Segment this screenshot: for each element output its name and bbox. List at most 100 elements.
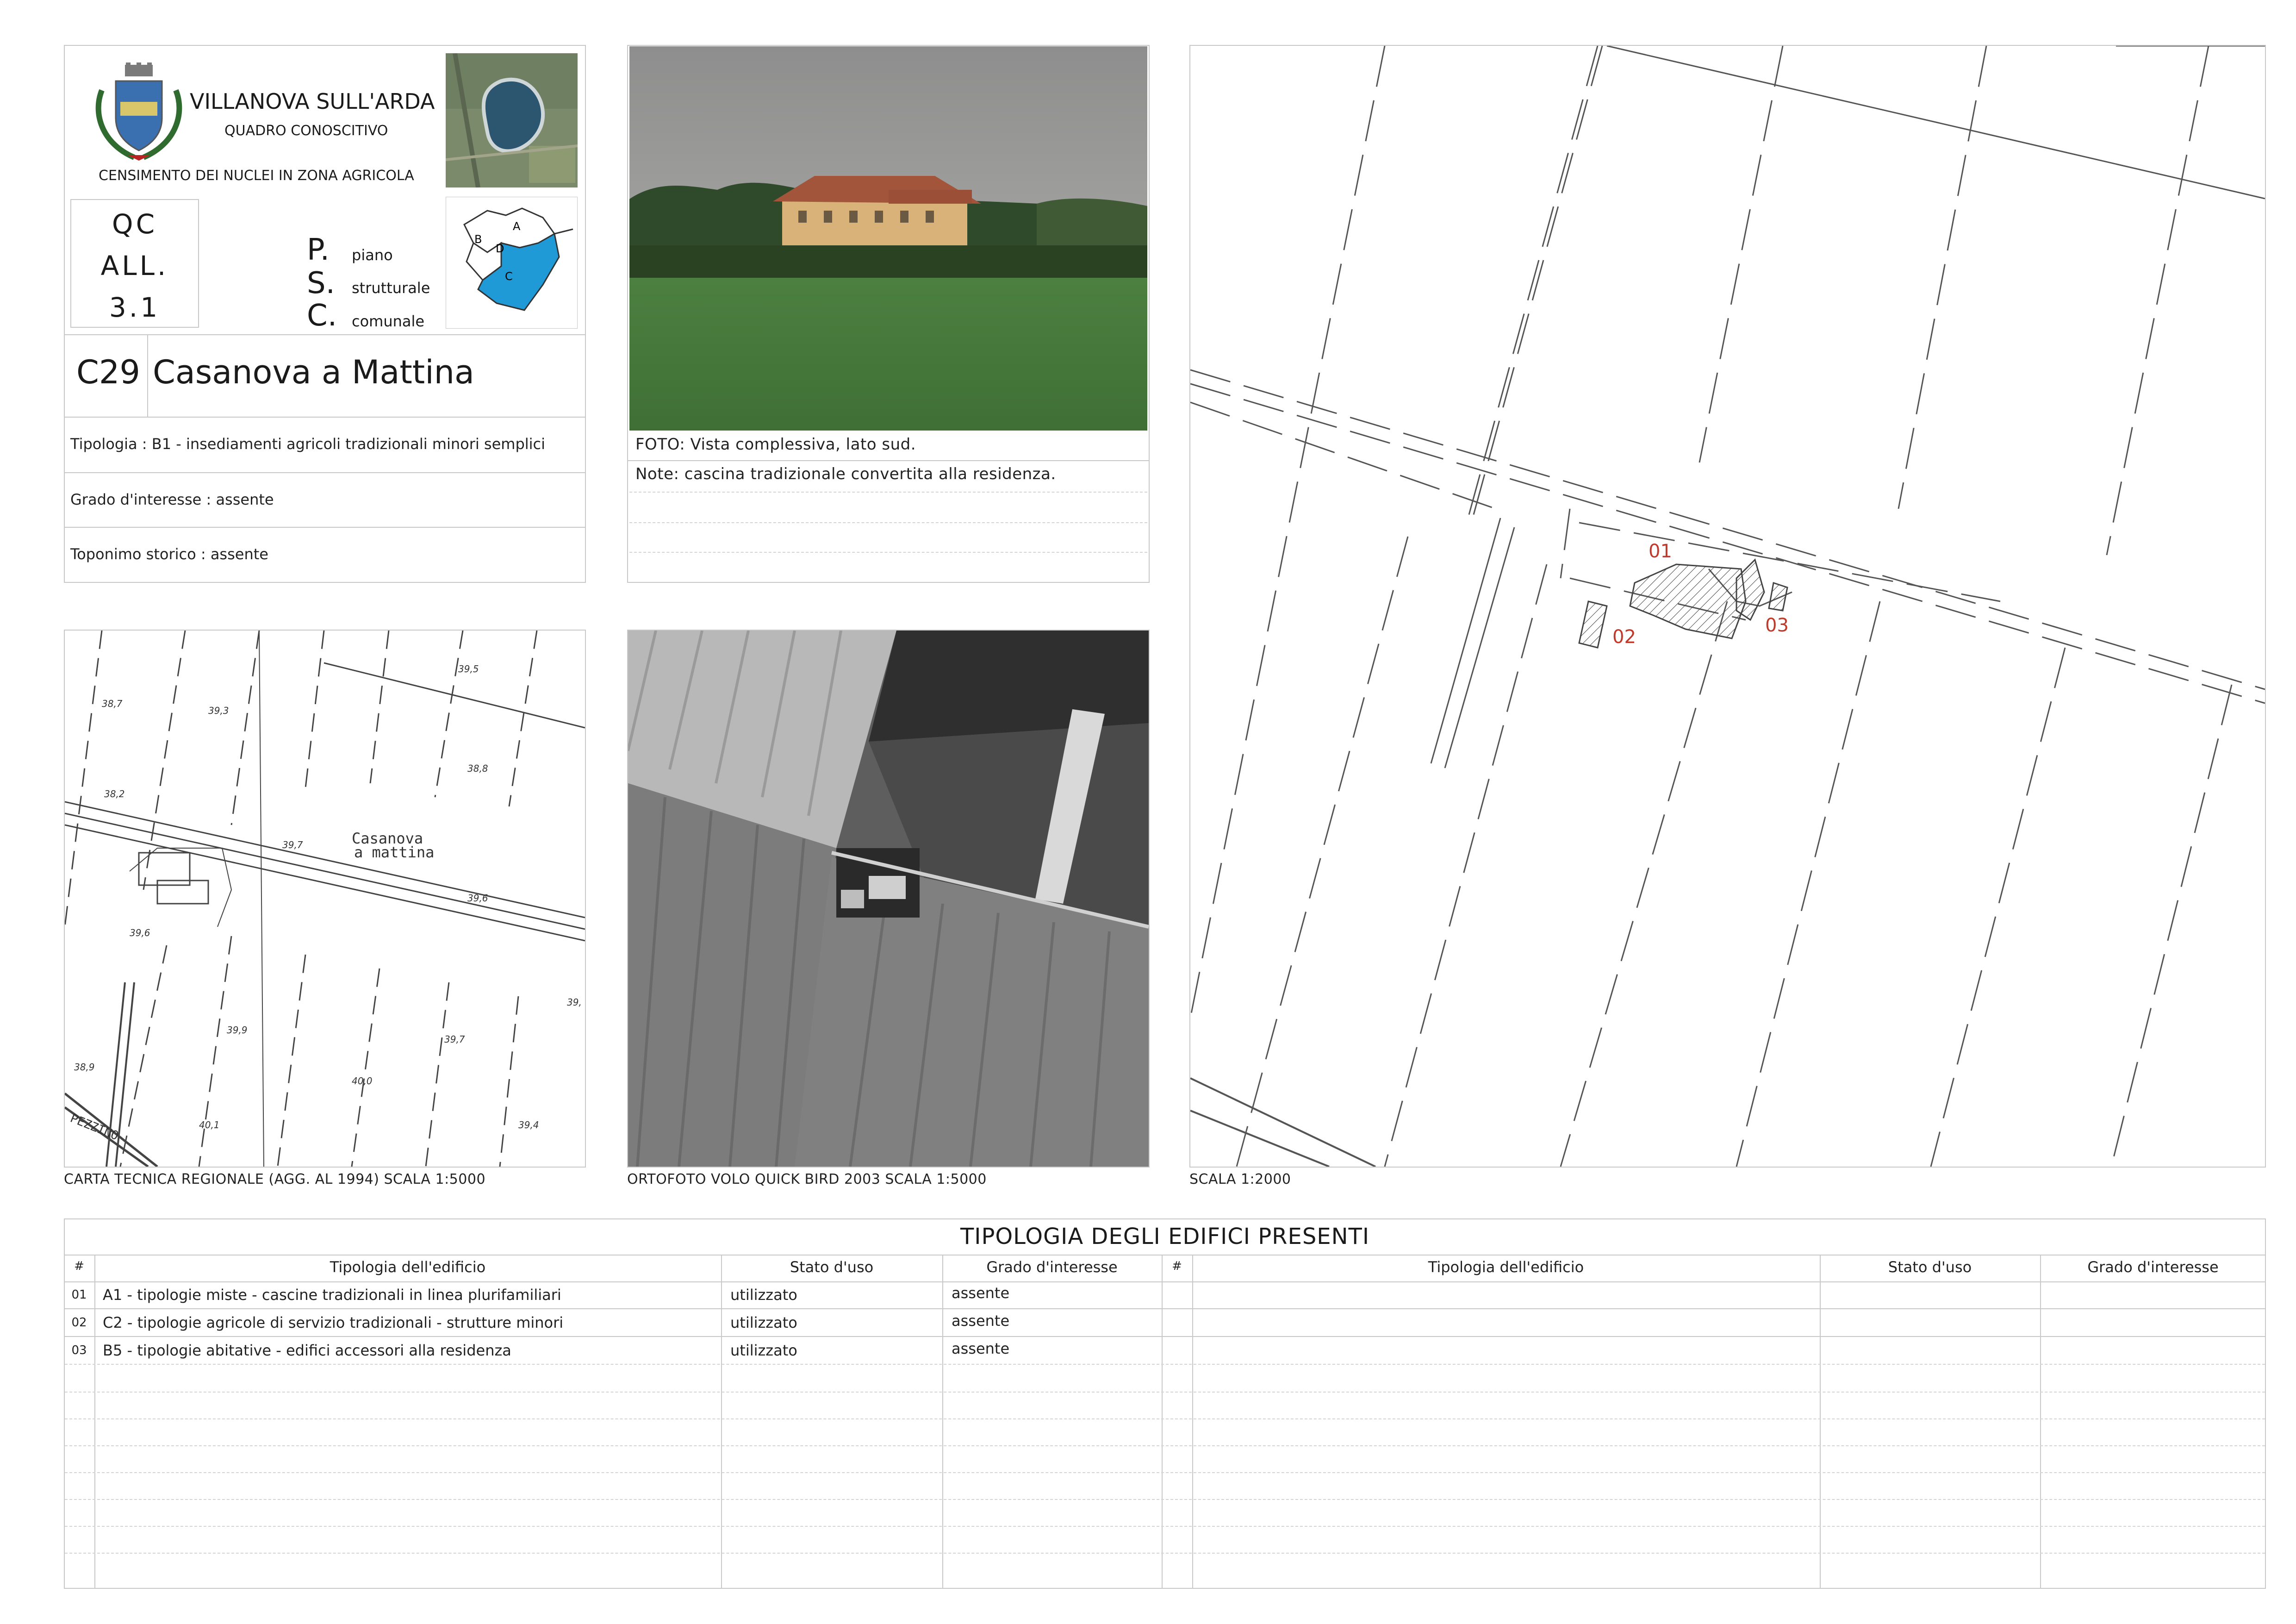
col-header-stato: Stato d'uso bbox=[790, 1258, 874, 1276]
photo-note: Note: cascina tradizionale convertita al… bbox=[635, 465, 1056, 483]
divider bbox=[2040, 1255, 2041, 1589]
ctr-elevation: 39,9 bbox=[227, 1024, 248, 1036]
ctr-elevation: 39,3 bbox=[208, 705, 229, 716]
qc-line-3: 3.1 bbox=[109, 292, 161, 323]
ctr-elevation: 39,7 bbox=[282, 839, 303, 850]
divider bbox=[64, 1281, 2266, 1282]
psc-word-comunale: comunale bbox=[352, 312, 425, 330]
zone-label-a: A bbox=[513, 220, 521, 233]
col-header-num: # bbox=[1172, 1259, 1182, 1273]
divider bbox=[65, 1553, 2265, 1554]
divider bbox=[629, 492, 1147, 493]
record-code: C29 bbox=[76, 353, 140, 391]
col-header-tipologia: Tipologia dell'edificio bbox=[1428, 1258, 1584, 1276]
table-row-num: 02 bbox=[71, 1316, 87, 1330]
divider bbox=[721, 1255, 722, 1589]
ctr-caption: CARTA TECNICA REGIONALE (AGG. AL 1994) S… bbox=[64, 1171, 486, 1187]
divider bbox=[64, 472, 586, 473]
table-row-tipologia: B5 - tipologie abitative - edifici acces… bbox=[103, 1342, 511, 1359]
psc-letter-p: P. bbox=[307, 233, 330, 267]
table-row-stato: utilizzato bbox=[730, 1286, 797, 1304]
divider bbox=[65, 1526, 2265, 1527]
photo-caption: FOTO: Vista complessiva, lato sud. bbox=[635, 435, 916, 454]
coat-of-arms-icon bbox=[95, 62, 182, 161]
divider bbox=[64, 417, 586, 418]
divider bbox=[65, 1364, 2265, 1365]
plan-caption: SCALA 1:2000 bbox=[1189, 1171, 1291, 1187]
ctr-elevation: 38,7 bbox=[102, 698, 123, 709]
qc-line-2: ALL. bbox=[100, 250, 169, 281]
divider bbox=[629, 522, 1147, 523]
col-header-grado: Grado d'interesse bbox=[986, 1258, 1118, 1276]
ctr-place-name: a mattina bbox=[354, 843, 434, 861]
building-id-02: 02 bbox=[1612, 626, 1636, 648]
psc-word-strutturale: strutturale bbox=[352, 279, 430, 297]
table-row-tipologia: A1 - tipologie miste - cascine tradizion… bbox=[103, 1286, 561, 1304]
ctr-elevation: 39,5 bbox=[458, 663, 479, 675]
subtitle: QUADRO CONOSCITIVO bbox=[224, 123, 388, 139]
ctr-elevation: 38,8 bbox=[467, 763, 488, 774]
ctr-elevation: 39,7 bbox=[444, 1034, 465, 1045]
grado-label: Grado d'interesse : assente bbox=[70, 491, 274, 508]
ctr-elevation: 40,0 bbox=[352, 1075, 373, 1087]
divider bbox=[64, 1308, 2266, 1309]
qc-line-1: QC bbox=[112, 208, 158, 240]
col-header-grado: Grado d'interesse bbox=[2087, 1258, 2219, 1276]
ctr-elevation: 39,6 bbox=[130, 927, 150, 938]
psc-word-piano: piano bbox=[352, 246, 393, 264]
col-header-num: # bbox=[74, 1259, 84, 1273]
table-row-grado: assente bbox=[952, 1312, 1010, 1330]
divider bbox=[1820, 1255, 1821, 1589]
divider bbox=[65, 1445, 2265, 1446]
divider bbox=[64, 527, 586, 528]
divider bbox=[64, 1336, 2266, 1337]
table-row-num: 01 bbox=[71, 1288, 87, 1302]
toponimo-label: Toponimo storico : assente bbox=[70, 545, 268, 563]
table-title: TIPOLOGIA DEGLI EDIFICI PRESENTI bbox=[960, 1224, 1370, 1249]
divider bbox=[64, 334, 586, 335]
ctr-elevation: 39, bbox=[567, 997, 582, 1008]
divider bbox=[942, 1255, 943, 1589]
psc-letter-s: S. bbox=[307, 266, 335, 300]
divider bbox=[65, 1418, 2265, 1419]
tipologia-label: Tipologia : B1 - insediamenti agricoli t… bbox=[70, 435, 546, 453]
building-id-01: 01 bbox=[1649, 541, 1672, 562]
orthophoto bbox=[628, 631, 1149, 1167]
site-photo bbox=[629, 46, 1147, 431]
aerial-thumbnail bbox=[446, 53, 578, 187]
divider bbox=[65, 1472, 2265, 1473]
psc-letter-c: C. bbox=[307, 299, 337, 333]
zone-label-b: B bbox=[474, 233, 482, 246]
table-row-grado: assente bbox=[952, 1340, 1010, 1357]
zone-label-d: D bbox=[496, 242, 504, 255]
ctr-map: Casanova a mattina PEZZINO 38,7 39,3 39,… bbox=[65, 631, 585, 1167]
ctr-elevation: 38,9 bbox=[74, 1062, 95, 1073]
table-row-tipologia: C2 - tipologie agricole di servizio trad… bbox=[103, 1314, 564, 1331]
ctr-elevation: 39,4 bbox=[518, 1119, 539, 1131]
table-row-num: 03 bbox=[71, 1343, 87, 1357]
table-row-stato: utilizzato bbox=[730, 1342, 797, 1359]
divider bbox=[65, 1392, 2265, 1393]
divider bbox=[65, 1499, 2265, 1500]
zone-label-c: C bbox=[505, 270, 513, 283]
ortho-caption: ORTOFOTO VOLO QUICK BIRD 2003 SCALA 1:50… bbox=[627, 1171, 987, 1187]
ctr-elevation: 38,2 bbox=[104, 788, 125, 800]
divider bbox=[1192, 1255, 1193, 1589]
ctr-elevation: 39,6 bbox=[467, 893, 488, 904]
divider bbox=[629, 552, 1147, 553]
comune-name: VILLANOVA SULL'ARDA bbox=[190, 89, 435, 114]
divider bbox=[94, 1255, 95, 1589]
divider bbox=[1162, 1255, 1163, 1589]
col-header-tipologia: Tipologia dell'edificio bbox=[330, 1258, 486, 1276]
building-id-03: 03 bbox=[1765, 615, 1789, 636]
table-row-stato: utilizzato bbox=[730, 1314, 797, 1331]
divider bbox=[627, 460, 1150, 461]
zone-map: A B C D bbox=[446, 197, 578, 329]
ctr-elevation: 40,1 bbox=[199, 1119, 220, 1131]
census-title: CENSIMENTO DEI NUCLEI IN ZONA AGRICOLA bbox=[99, 168, 414, 184]
record-name: Casanova a Mattina bbox=[153, 353, 474, 391]
col-header-stato: Stato d'uso bbox=[1888, 1258, 1972, 1276]
divider bbox=[147, 334, 148, 417]
site-plan: 01 02 03 bbox=[1190, 46, 2265, 1167]
table-row-grado: assente bbox=[952, 1284, 1010, 1302]
